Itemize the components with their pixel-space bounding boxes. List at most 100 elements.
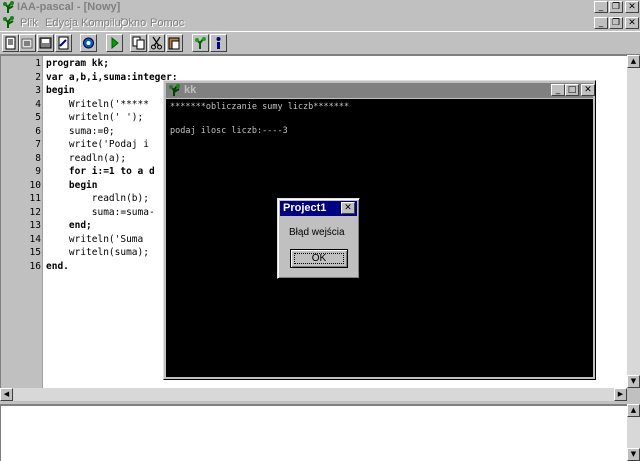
code-line[interactable]: writeln(' '); [46,111,143,125]
menu-window[interactable]: Okno [120,16,146,30]
save-as-button[interactable] [55,34,72,52]
cut-icon [151,36,162,50]
line-number-gutter: 1 2 3 4 5 6 7 8 9 10 11 12 13 14 15 16 [1,56,43,389]
console-maximize-button[interactable]: □ [565,84,579,96]
scrollbar-corner [627,388,640,401]
doc-restore-button[interactable]: ❐ [609,17,623,29]
line-number: 7 [35,139,41,150]
arrow-left-icon: ◀ [3,390,10,398]
paste-icon [168,37,180,50]
error-dialog[interactable]: Project1 ✕ Błąd wejścia OK [277,198,360,279]
code-line[interactable]: readln(a); [46,152,126,166]
line-number: 5 [35,112,41,123]
code-line[interactable]: suma:=suma- [46,206,155,220]
run-icon [111,36,119,50]
line-number: 6 [35,125,41,137]
minimize-button[interactable]: _ [594,1,608,13]
paste-button[interactable] [166,34,183,52]
scroll-right-button[interactable]: ▶ [614,388,627,401]
console-title-bar[interactable]: kk _ □ ✕ [166,83,595,98]
app-title: IAA-pascal - [Nowy] [17,1,121,13]
console-minimize-button[interactable]: _ [551,84,565,96]
menu-help[interactable]: Pomoc [150,16,184,30]
scroll-down-button[interactable]: ▼ [627,375,640,388]
message-scroll-up-button[interactable]: ▲ [627,404,640,417]
console-line: *******obliczanie sumy liczb******* [170,102,350,112]
dialog-message: Błąd wejścia [289,227,345,238]
toolbar [0,31,640,55]
code-line[interactable]: Writeln('***** [46,98,149,112]
copy-button[interactable] [130,34,147,52]
message-pane-scrollbar[interactable]: ▲ ▼ [627,404,640,461]
scroll-left-button[interactable]: ◀ [0,388,13,401]
copy-icon [132,36,145,50]
compile-button[interactable] [192,34,209,52]
line-number: 8 [35,152,41,164]
line-number: 11 [29,193,41,204]
info-icon [216,37,221,49]
line-number: 16 [29,260,41,272]
arrow-right-icon: ▶ [617,390,624,398]
dialog-title: Project1 [283,202,327,214]
save-button[interactable] [37,34,54,52]
code-line[interactable]: readln(b); [46,192,149,206]
console-window[interactable]: kk _ □ ✕ *******obliczanie sumy liczb***… [163,80,596,380]
line-number: 10 [29,179,41,191]
code-line[interactable]: end; [46,219,92,233]
line-number: 1 [35,58,41,69]
code-line[interactable]: begin [46,179,98,193]
code-line[interactable]: suma:=0; [46,125,115,139]
console-app-icon [169,84,180,96]
code-line[interactable]: end. [46,260,69,274]
message-pane[interactable] [0,404,627,461]
document-logo-icon[interactable] [2,16,15,29]
maximize-icon: □ [567,85,577,95]
line-number: 13 [29,220,41,231]
code-line[interactable]: var a,b,i,suma:integer; [46,71,178,85]
main-title-bar[interactable]: IAA-pascal - [Nowy] _ ❐ ✕ [0,0,640,15]
code-line[interactable]: writeln('Suma [46,233,143,247]
code-line[interactable]: for i:=1 to a d [46,165,155,179]
scroll-up-button[interactable]: ▲ [627,55,640,68]
new-file-icon [5,36,16,50]
close-icon: ✕ [628,2,636,12]
line-number: 4 [35,98,41,110]
doc-close-button[interactable]: ✕ [625,17,639,29]
open-file-button[interactable] [19,34,36,52]
info-button[interactable] [210,34,227,52]
line-number: 9 [35,166,41,177]
close-icon: ✕ [584,85,592,95]
arrow-down-icon: ▼ [630,377,637,385]
editor-horizontal-scrollbar[interactable]: ◀ ▶ [0,388,627,401]
menu-file[interactable]: Plik [20,16,38,30]
minimize-icon: _ [555,85,561,95]
message-scroll-down-button[interactable]: ▼ [627,448,640,461]
print-button[interactable] [80,34,97,52]
minimize-icon: _ [598,2,604,12]
menu-bar: Plik Edycja Kompiluj Okno Pomoc _ ❐ ✕ [0,15,640,31]
ok-button[interactable]: OK [290,249,348,268]
code-line[interactable]: write('Podaj i [46,138,149,152]
dialog-close-button[interactable]: ✕ [341,202,355,214]
code-line[interactable]: program kk; [46,57,109,71]
arrow-up-icon: ▲ [630,57,637,65]
app-logo-icon [3,1,14,13]
console-title: kk [184,84,197,96]
console-close-button[interactable]: ✕ [581,84,595,96]
run-button[interactable] [106,34,123,52]
menu-compile[interactable]: Kompiluj [81,16,123,30]
line-number: 2 [35,71,41,83]
dialog-title-bar[interactable]: Project1 ✕ [280,201,357,216]
open-file-icon [21,38,33,49]
code-line[interactable]: begin [46,84,75,98]
print-icon [83,37,94,49]
cut-button[interactable] [148,34,165,52]
editor-vertical-scrollbar[interactable]: ▲ ▼ [627,55,640,388]
new-file-button[interactable] [2,34,19,52]
restore-button[interactable]: ❐ [609,1,623,13]
menu-edit[interactable]: Edycja [45,16,78,30]
doc-minimize-button[interactable]: _ [594,17,608,29]
code-line[interactable]: writeln(suma); [46,246,149,260]
close-button[interactable]: ✕ [625,1,639,13]
close-icon: ✕ [628,18,636,28]
